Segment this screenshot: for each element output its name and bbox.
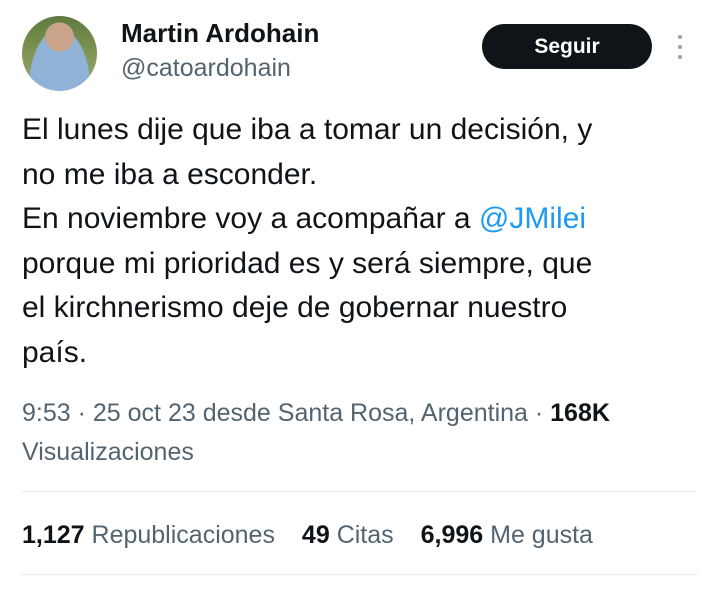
reposts-stat[interactable]: 1,127 Republicaciones — [22, 521, 275, 549]
author-handle[interactable]: @catoardohain — [121, 52, 291, 84]
tweet-text: El lunes dije que iba a tomar un decisió… — [22, 108, 702, 376]
tweet-time[interactable]: 9:53 — [22, 399, 71, 427]
quotes-label: Citas — [336, 521, 394, 549]
tweet-line: el kirchnerismo deje de gobernar nuestro — [22, 291, 568, 325]
avatar[interactable] — [22, 16, 97, 91]
author-name[interactable]: Martin Ardohain — [121, 16, 319, 50]
tweet-line: El lunes dije que iba a tomar un decisió… — [22, 113, 593, 146]
tweet-line: país. — [22, 335, 88, 369]
follow-button[interactable]: Seguir — [482, 24, 652, 69]
tweet-line: porque mi prioridad es y será siempre, q… — [22, 246, 593, 280]
mention-link[interactable]: @JMilei — [479, 202, 586, 235]
reposts-label: Republicaciones — [91, 521, 275, 549]
views-count: 168K — [550, 399, 610, 427]
quotes-stat[interactable]: 49 Citas — [302, 521, 394, 549]
engagement-stats: 1,127 Republicaciones 49 Citas 6,996 Me … — [22, 515, 613, 555]
quotes-count: 49 — [301, 521, 330, 549]
divider — [22, 491, 697, 492]
tweet-location: desde Santa Rosa, Argentina — [202, 399, 528, 427]
views-label: Visualizaciones — [22, 438, 194, 466]
reposts-count: 1,127 — [22, 521, 85, 549]
tweet-line: En noviembre voy a acompañar a @JMilei — [22, 197, 702, 242]
tweet-meta: 9:53 · 25 oct 23 desde Santa Rosa, Argen… — [22, 399, 610, 466]
more-dot — [678, 35, 682, 39]
likes-label: Me gusta — [490, 521, 593, 549]
divider — [22, 574, 697, 575]
likes-stat[interactable]: 6,996 Me gusta — [421, 521, 593, 549]
more-vertical-icon[interactable] — [676, 35, 684, 59]
tweet-line: no me iba a esconder. — [22, 157, 318, 191]
tweet-date[interactable]: 25 oct 23 — [93, 399, 196, 427]
tweet-line-text: En noviembre voy a acompañar a — [22, 202, 479, 236]
more-dot — [678, 55, 682, 59]
likes-count: 6,996 — [420, 521, 484, 549]
more-dot — [678, 45, 682, 49]
